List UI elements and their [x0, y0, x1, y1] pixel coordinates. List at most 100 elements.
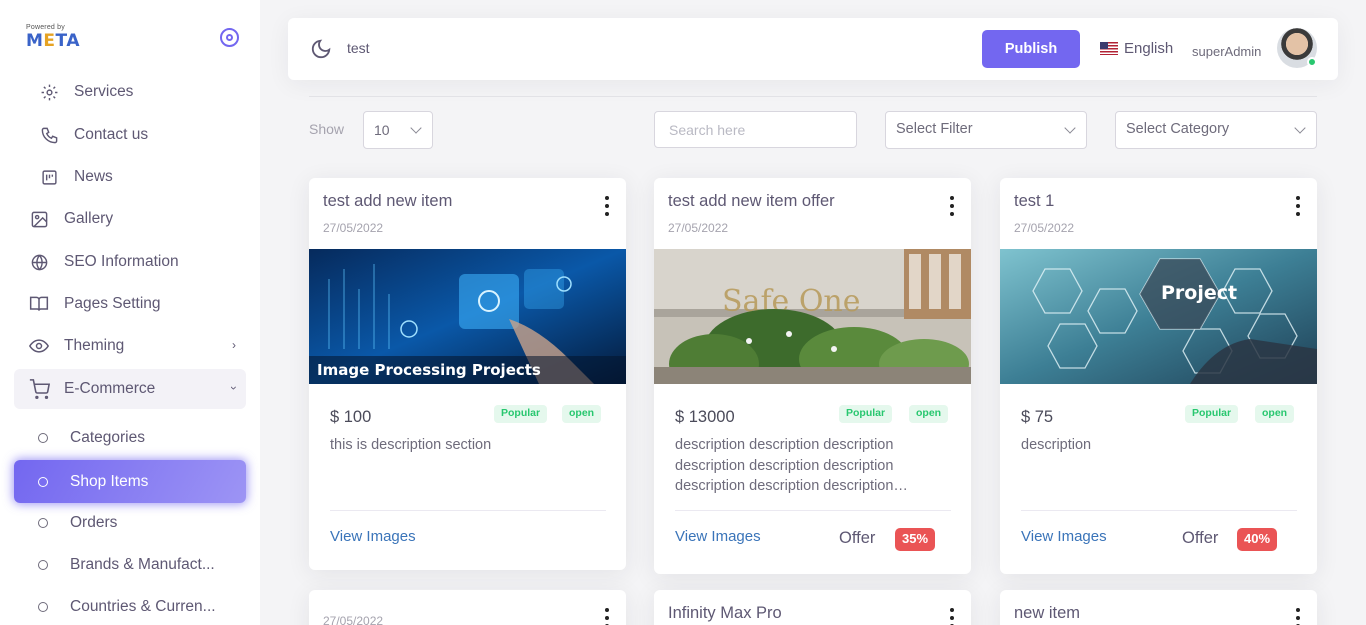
circle-icon — [32, 596, 54, 618]
card-price: $ 75 — [1021, 408, 1054, 426]
user-name[interactable]: superAdmin — [1192, 44, 1261, 59]
sidebar-item-countries[interactable]: Countries & Curren... — [14, 587, 246, 625]
card-description: description — [1021, 437, 1092, 453]
eye-icon — [28, 335, 50, 357]
discount-badge: 35% — [895, 528, 936, 551]
book-icon — [28, 293, 50, 315]
filter-select-value: Select Filter — [896, 121, 973, 137]
sidebar-item-label: Services — [74, 83, 134, 100]
more-vertical-icon[interactable] — [947, 608, 957, 625]
category-select[interactable]: Select Category — [1115, 111, 1317, 149]
sidebar-item-categories[interactable]: Categories — [14, 418, 246, 458]
powered-by-text: Powered by — [26, 24, 65, 31]
language-selector[interactable]: English — [1100, 40, 1173, 57]
sidebar-item-seo-information[interactable]: SEO Information — [14, 242, 246, 282]
chevron-down-icon: › — [227, 386, 241, 390]
card-title: Infinity Max Pro — [668, 604, 782, 622]
product-card: test add new item 27/05/2022 Image Proce… — [309, 178, 626, 570]
view-images-link[interactable]: View Images — [330, 528, 416, 545]
chevron-down-icon — [1294, 122, 1306, 134]
more-vertical-icon[interactable] — [602, 608, 612, 625]
more-vertical-icon[interactable] — [602, 196, 612, 216]
discount-badge: 40% — [1237, 528, 1278, 551]
card-image: Project — [1000, 249, 1317, 384]
sidebar-item-services[interactable]: Services — [14, 72, 246, 112]
sidebar-item-pages-setting[interactable]: Pages Setting — [14, 284, 246, 324]
card-title: test add new item offer — [668, 192, 835, 210]
status-badge: open — [562, 405, 602, 423]
cart-icon — [28, 378, 50, 400]
view-images-link[interactable]: View Images — [675, 528, 761, 545]
circle-icon — [32, 471, 54, 493]
popular-badge: Popular — [839, 405, 893, 423]
product-card: test 1 27/05/2022 Project $ 75 Popular o… — [1000, 178, 1317, 574]
sidebar-collapse-toggle-icon[interactable] — [220, 28, 239, 47]
offer-label: Offer — [839, 529, 876, 547]
sidebar-item-label: Shop Items — [70, 472, 149, 490]
product-card: Infinity Max Pro — [654, 590, 971, 625]
sidebar-item-label: Pages Setting — [64, 295, 161, 312]
card-price: $ 13000 — [675, 408, 735, 426]
image-caption-text: Image Processing Projects — [317, 361, 541, 379]
card-title: test 1 — [1014, 192, 1055, 210]
more-vertical-icon[interactable] — [1293, 196, 1303, 216]
chevron-down-icon — [1064, 122, 1076, 134]
card-image: Safe One — [654, 249, 971, 384]
sidebar-item-label: Theming — [64, 337, 125, 354]
sidebar-item-orders[interactable]: Orders — [14, 503, 246, 543]
news-icon — [38, 166, 60, 188]
status-badge: open — [1255, 405, 1295, 423]
view-images-link[interactable]: View Images — [1021, 528, 1107, 545]
card-date: 27/05/2022 — [323, 221, 384, 235]
popular-badge: Popular — [494, 405, 548, 423]
circle-icon — [32, 427, 54, 449]
page-size-select[interactable]: 10 — [363, 111, 433, 149]
divider — [1021, 510, 1297, 511]
circle-icon — [32, 512, 54, 534]
chevron-down-icon — [410, 122, 422, 134]
sidebar-item-theming[interactable]: Theming › — [14, 326, 246, 366]
more-vertical-icon[interactable] — [947, 196, 957, 216]
online-status-indicator — [1307, 57, 1317, 67]
sidebar-item-label: News — [74, 168, 113, 185]
moon-icon[interactable] — [310, 38, 332, 60]
sidebar-item-label: Gallery — [64, 210, 114, 227]
sidebar-item-shop-items[interactable]: Shop Items — [14, 460, 246, 503]
card-title: new item — [1014, 604, 1081, 622]
show-label: Show — [309, 121, 345, 137]
gear-icon — [38, 81, 60, 103]
image-icon — [28, 208, 50, 230]
sidebar-item-label: Categories — [70, 429, 145, 446]
publish-button[interactable]: Publish — [982, 30, 1080, 68]
logo-text: META — [26, 31, 80, 51]
top-navbar: test Publish English superAdmin — [288, 18, 1338, 80]
sidebar-item-label: Brands & Manufact... — [70, 556, 215, 573]
page-title: test — [347, 40, 370, 56]
sidebar-item-e-commerce[interactable]: E-Commerce › — [14, 369, 246, 409]
offer-label: Offer — [1182, 529, 1219, 547]
card-date: 27/05/2022 — [323, 614, 384, 625]
brand-logo[interactable]: Powered by META — [26, 24, 86, 54]
card-image: Image Processing Projects — [309, 249, 626, 384]
card-price: $ 100 — [330, 408, 372, 426]
phone-icon — [38, 124, 60, 146]
sidebar-item-label: SEO Information — [64, 253, 179, 270]
status-badge: open — [909, 405, 949, 423]
product-card: 27/05/2022 — [309, 590, 626, 625]
search-input[interactable] — [654, 111, 857, 148]
category-select-value: Select Category — [1126, 121, 1230, 137]
card-description: this is description section — [330, 437, 492, 453]
filter-select[interactable]: Select Filter — [885, 111, 1087, 149]
circle-icon — [32, 554, 54, 576]
sidebar-item-label: Countries & Curren... — [70, 598, 216, 615]
card-description: description description description desc… — [675, 437, 894, 494]
sidebar-item-contact-us[interactable]: Contact us — [14, 115, 246, 155]
sidebar-item-gallery[interactable]: Gallery — [14, 199, 246, 239]
sidebar-item-news[interactable]: News — [14, 157, 246, 197]
avatar[interactable] — [1277, 28, 1317, 68]
sidebar: Powered by META Services Contact us News… — [0, 0, 260, 625]
more-vertical-icon[interactable] — [1293, 608, 1303, 625]
sidebar-item-label: Contact us — [74, 126, 149, 143]
divider — [309, 96, 1317, 97]
sidebar-item-brands[interactable]: Brands & Manufact... — [14, 545, 246, 585]
